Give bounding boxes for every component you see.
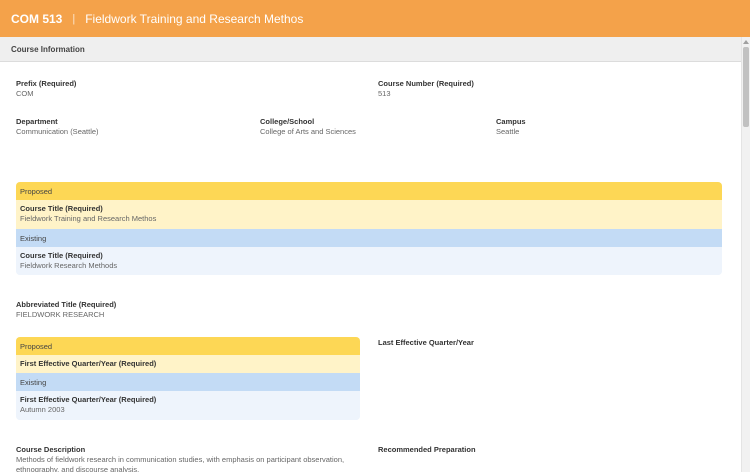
proposed-course-title-value: Fieldwork Training and Research Methos	[20, 214, 157, 223]
course-description-field: Course Description Methods of fieldwork …	[16, 445, 356, 472]
campus-field: Campus Seattle	[496, 117, 526, 137]
campus-value: Seattle	[496, 127, 520, 136]
course-form: Prefix (Required) COM Course Number (Req…	[0, 62, 741, 472]
course-description-label: Course Description	[16, 445, 86, 454]
course-header: COM 513 | Fieldwork Training and Researc…	[0, 0, 750, 37]
last-effective-label: Last Effective Quarter/Year	[378, 338, 474, 347]
abbreviated-title-value: FIELDWORK RESEARCH	[16, 310, 105, 319]
college-label: College/School	[260, 117, 315, 126]
first-effective-comparison: Proposed First Effective Quarter/Year (R…	[16, 337, 360, 420]
existing-course-title-value: Fieldwork Research Methods	[20, 261, 118, 270]
existing-header: Existing	[16, 373, 360, 391]
course-number-field: Course Number (Required) 513	[378, 79, 474, 99]
abbreviated-title-label: Abbreviated Title (Required)	[16, 300, 117, 309]
existing-header: Existing	[16, 229, 722, 247]
scrollbar-thumb[interactable]	[743, 47, 749, 127]
college-field: College/School College of Arts and Scien…	[260, 117, 356, 137]
existing-label: Existing	[20, 233, 47, 243]
header-separator: |	[72, 12, 76, 25]
prefix-field: Prefix (Required) COM	[16, 79, 76, 99]
proposed-course-title-label: Course Title (Required)	[20, 204, 103, 213]
existing-first-effective-label: First Effective Quarter/Year (Required)	[20, 395, 157, 404]
course-code: COM 513	[11, 11, 63, 26]
proposed-header: Proposed	[16, 337, 360, 355]
proposed-first-effective: First Effective Quarter/Year (Required)	[16, 355, 360, 373]
department-field: Department Communication (Seattle)	[16, 117, 99, 137]
course-description-value: Methods of fieldwork research in communi…	[16, 455, 345, 472]
recommended-preparation-label: Recommended Preparation	[378, 445, 476, 454]
prefix-value: COM	[16, 89, 34, 98]
course-title-comparison: Proposed Course Title (Required) Fieldwo…	[16, 182, 722, 275]
prefix-label: Prefix (Required)	[16, 79, 77, 88]
abbreviated-title-field: Abbreviated Title (Required) FIELDWORK R…	[16, 300, 116, 320]
proposed-first-effective-label: First Effective Quarter/Year (Required)	[20, 359, 157, 368]
existing-first-effective-value: Autumn 2003	[20, 405, 65, 414]
course-number-value: 513	[378, 89, 391, 98]
section-title: Course Information	[11, 44, 85, 54]
college-value: College of Arts and Sciences	[260, 127, 356, 136]
existing-label: Existing	[20, 377, 47, 387]
recommended-preparation-field: Recommended Preparation	[378, 445, 476, 455]
course-title: Fieldwork Training and Research Methos	[85, 11, 304, 26]
department-label: Department	[16, 117, 58, 126]
scroll-up-arrow-icon[interactable]	[743, 40, 749, 44]
section-header-course-information[interactable]: Course Information	[0, 37, 741, 62]
proposed-header: Proposed	[16, 182, 722, 200]
campus-label: Campus	[496, 117, 526, 126]
department-value: Communication (Seattle)	[16, 127, 99, 136]
proposed-course-title: Course Title (Required) Fieldwork Traini…	[16, 200, 722, 229]
vertical-scrollbar[interactable]	[741, 37, 750, 472]
course-number-label: Course Number (Required)	[378, 79, 474, 88]
existing-first-effective: First Effective Quarter/Year (Required) …	[16, 391, 360, 420]
proposed-label: Proposed	[20, 186, 53, 196]
last-effective-field: Last Effective Quarter/Year	[378, 338, 474, 348]
existing-course-title-label: Course Title (Required)	[20, 251, 103, 260]
existing-course-title: Course Title (Required) Fieldwork Resear…	[16, 247, 722, 275]
proposed-label: Proposed	[20, 341, 53, 351]
